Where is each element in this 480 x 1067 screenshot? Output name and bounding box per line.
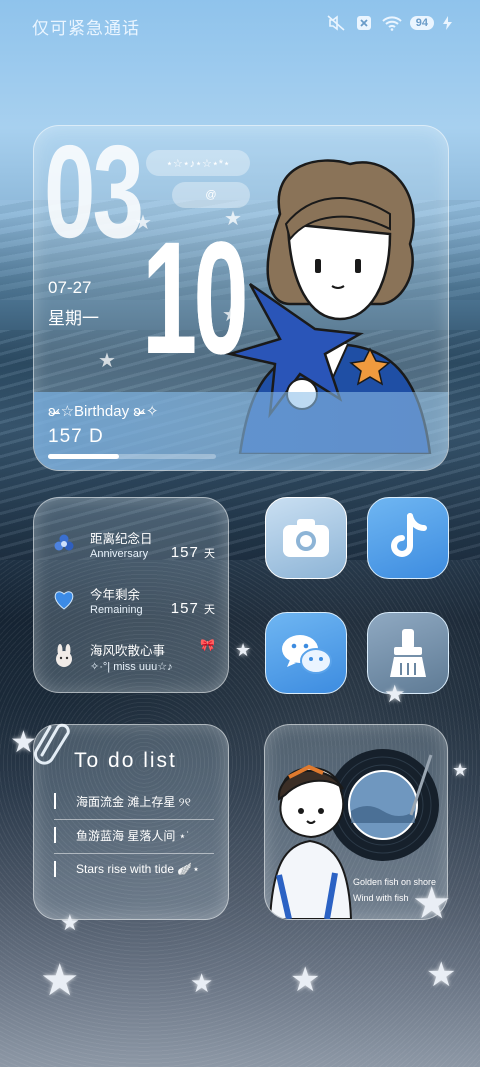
birthday-countdown: ʚ̴̶̷·☆Birthday ʚ̴̶̷·✧ 157 D (34, 392, 448, 470)
wifi-icon (382, 14, 402, 32)
remaining-title: 今年剩余 (90, 588, 141, 602)
birthday-progress-fill (48, 454, 119, 459)
star-decoration: ★ (452, 760, 469, 780)
date-text: 07-27 (48, 278, 92, 297)
no-sim-icon (354, 14, 374, 32)
birthday-days: 157 D (48, 426, 104, 447)
flower-icon (52, 532, 76, 556)
birthday-title: ʚ̴̶̷·☆Birthday ʚ̴̶̷·✧ (48, 403, 159, 420)
caption-line: Wind with fish (353, 893, 409, 903)
emergency-calls-only: 仅可紧急通话 (32, 19, 140, 38)
bunny-icon (52, 644, 76, 668)
todo-title: To do list (74, 749, 177, 772)
tiktok-icon (391, 513, 427, 557)
divider (54, 819, 214, 820)
charging-icon (442, 14, 452, 32)
wechat-app[interactable] (265, 612, 347, 694)
birthday-progress-bar (48, 454, 216, 459)
status-bar: 仅可紧急通话 94 (0, 0, 480, 48)
wechat-icon (282, 635, 332, 674)
camera-icon (283, 519, 329, 557)
mute-icon (326, 14, 346, 32)
star-decoration: ★ (412, 879, 452, 928)
star-decoration: ★ (60, 910, 80, 935)
anniversary-value: 157 天 (170, 544, 216, 561)
list-item: 海风吹散心事 ✧·°| miss uuu☆♪ 🎀 (52, 638, 222, 684)
miss-you-text: ✧·°| miss uuu☆♪ (90, 661, 173, 673)
todo-item: Stars rise with tide 🪽⋆ (54, 857, 220, 881)
sea-breeze-text: 海风吹散心事 (90, 644, 166, 658)
star-decoration: ★ (10, 726, 37, 759)
star-decoration: ★ (290, 961, 321, 999)
todo-widget[interactable]: To do list 海面流金 滩上存星 ୨୧ 鱼游蓝海 星落人间 ⋆˙ Sta… (33, 724, 229, 920)
battery-icon: 94 (409, 16, 434, 30)
cleaner-app[interactable] (367, 612, 449, 694)
divider (54, 853, 214, 854)
bow-icon: 🎀 (200, 638, 216, 652)
tiktok-app[interactable] (367, 497, 449, 579)
star-decoration: ★ (190, 968, 214, 998)
remaining-subtitle: Remaining (90, 604, 143, 616)
status-icons: 94 (326, 14, 452, 32)
anniversary-widget[interactable]: 距离纪念日 Anniversary 157 天 今年剩余 Remaining 1… (33, 497, 229, 693)
character-illustration (268, 764, 353, 919)
star-decoration: ★ (98, 350, 116, 372)
todo-item: 海面流金 滩上存星 ୨୧ (54, 789, 220, 813)
month-number: 03 (44, 125, 144, 265)
remaining-value: 157 天 (170, 600, 216, 617)
star-decoration: ★ (134, 212, 152, 234)
anniversary-title: 距离纪念日 (90, 532, 153, 546)
weekday-text: 星期一 (48, 309, 99, 328)
list-item: 距离纪念日 Anniversary 157 天 (52, 526, 222, 572)
date-widget[interactable]: 03 ⋆☆⋆♪⋆☆⋆*⋆ @ 10 07-27 星期一 ★ ★ ★ ★ ʚ̴̶̷… (33, 125, 449, 471)
star-decoration: ★ (235, 640, 252, 660)
camera-app[interactable] (265, 497, 347, 579)
heart-icon (52, 588, 76, 612)
list-item: 今年剩余 Remaining 157 天 (52, 582, 222, 628)
todo-item: 鱼游蓝海 星落人间 ⋆˙ (54, 823, 220, 847)
star-decoration: ★ (40, 956, 80, 1005)
star-decoration: ★ (384, 681, 406, 708)
broom-icon (390, 629, 426, 677)
anniversary-subtitle: Anniversary (90, 548, 149, 560)
star-decoration: ★ (426, 956, 457, 994)
